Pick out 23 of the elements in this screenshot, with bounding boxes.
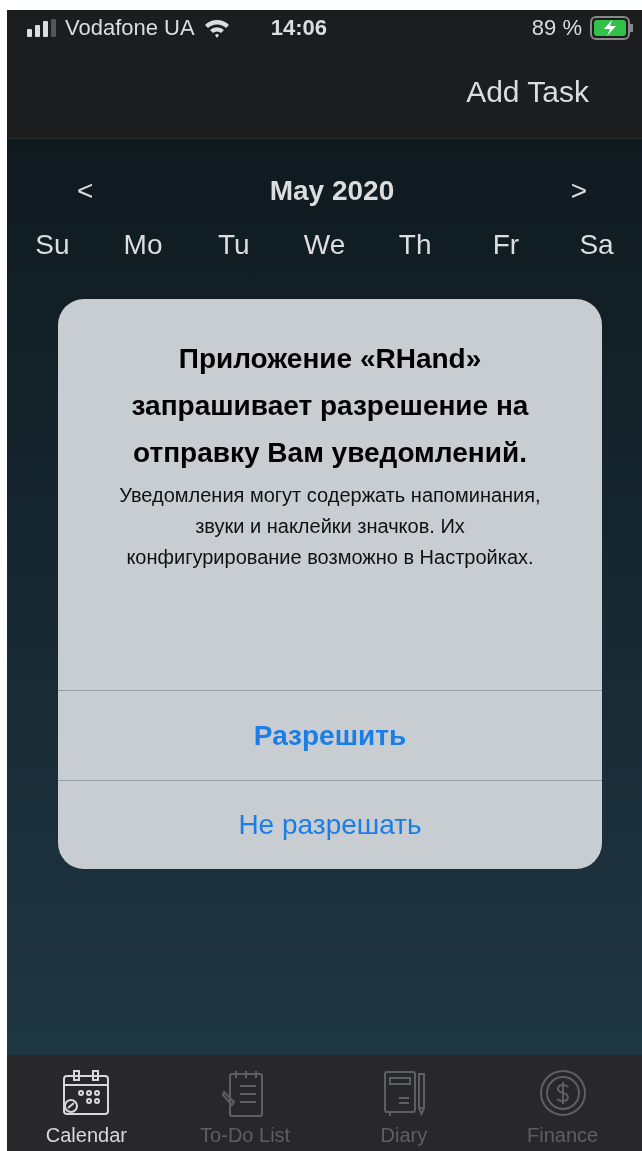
deny-button[interactable]: Не разрешать [58,780,602,869]
weekday-label: Th [397,229,433,261]
alert-title: Приложение «RHand» запрашивает разрешение на отправку Вам уведомлений. [130,342,530,470]
weekday-label: Fr [491,229,521,261]
signal-icon [27,18,57,37]
clock-time: 14:06 [270,14,327,41]
weekday-label: Su [34,229,71,261]
next-month-arrow[interactable]: > [570,175,587,207]
allow-button[interactable]: Разрешить [58,691,602,780]
battery-percentage: 89 % [531,14,582,41]
previous-month-arrow[interactable]: < [77,175,94,207]
dollar-coin-icon [537,1068,588,1118]
month-title: May 2020 [269,175,395,207]
alert-message: Уведомления могут содержать напоминания, звуки и наклейки значков. Их конфигурирование возможно в Настройках. [118,483,542,570]
add-task-button[interactable]: Add Task [466,74,589,109]
weekday-label: Mo [122,229,164,261]
tab-item[interactable]: Calendar [11,1060,162,1151]
weekday-label: Tu [216,229,251,261]
weekday-label: Sa [578,229,615,261]
calendar-icon [61,1068,112,1118]
weekday-label: We [302,229,347,261]
battery-charging-icon [590,15,634,40]
carrier-name: Vodafone UA [65,14,195,41]
